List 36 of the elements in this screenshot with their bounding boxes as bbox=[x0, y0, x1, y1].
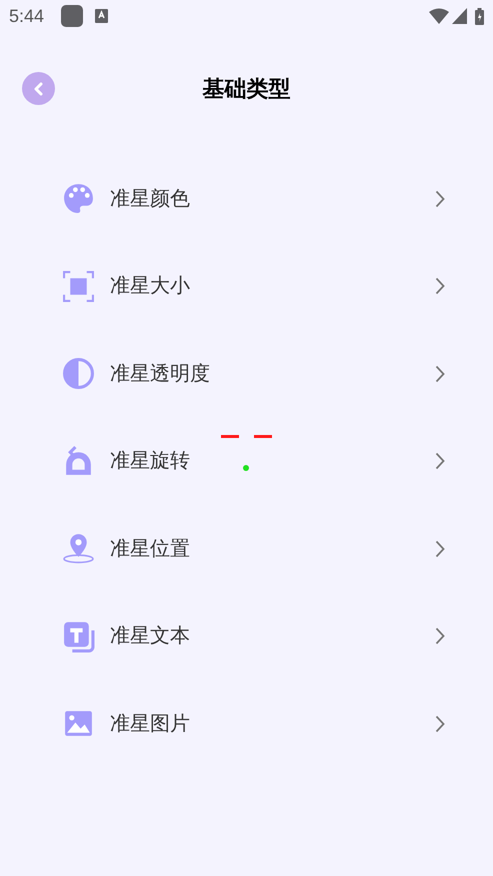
signal-icon bbox=[452, 8, 467, 24]
back-icon bbox=[32, 82, 44, 96]
chevron-right-icon bbox=[435, 452, 445, 470]
palette-icon bbox=[62, 182, 95, 216]
menu-item[interactable]: 准星位置 bbox=[0, 505, 493, 592]
menu-item[interactable]: 准星大小 bbox=[0, 242, 493, 330]
half-circle-icon bbox=[62, 357, 95, 390]
menu-item[interactable]: 准星图片 bbox=[0, 680, 493, 768]
menu-item[interactable]: 准星颜色 bbox=[0, 155, 493, 242]
menu-item[interactable]: 准星文本 bbox=[0, 592, 493, 680]
back-button[interactable] bbox=[22, 72, 55, 105]
battery-icon bbox=[475, 8, 484, 24]
crosshair-drawing bbox=[221, 435, 273, 472]
chevron-right-icon bbox=[435, 627, 445, 646]
menu-item[interactable]: 准星旋转 bbox=[0, 418, 493, 505]
menu-item-label: 准星大小 bbox=[110, 274, 190, 300]
status-time: 5:44 bbox=[9, 4, 44, 28]
chevron-right-icon bbox=[435, 540, 445, 558]
location-pin-icon bbox=[62, 532, 95, 566]
chevron-right-icon bbox=[435, 364, 445, 383]
wifi-icon bbox=[429, 8, 449, 24]
resize-icon bbox=[62, 270, 95, 303]
chevron-right-icon bbox=[435, 714, 445, 733]
chevron-right-icon bbox=[435, 190, 445, 208]
menu-item-label: 准星颜色 bbox=[110, 186, 190, 212]
keyboard-icon bbox=[95, 9, 108, 23]
menu-item-label: 准星旋转 bbox=[110, 449, 190, 474]
app-icon bbox=[61, 5, 84, 27]
menu-item-label: 准星图片 bbox=[110, 712, 190, 737]
menu-item-label: 准星透明度 bbox=[110, 362, 210, 387]
chevron-right-icon bbox=[435, 277, 445, 296]
page-title: 基础类型 bbox=[202, 74, 290, 102]
menu-item[interactable]: 准星透明度 bbox=[0, 330, 493, 418]
menu-item-label: 准星位置 bbox=[110, 536, 190, 562]
text-box-icon bbox=[62, 620, 95, 653]
menu-item-label: 准星文本 bbox=[110, 624, 190, 650]
